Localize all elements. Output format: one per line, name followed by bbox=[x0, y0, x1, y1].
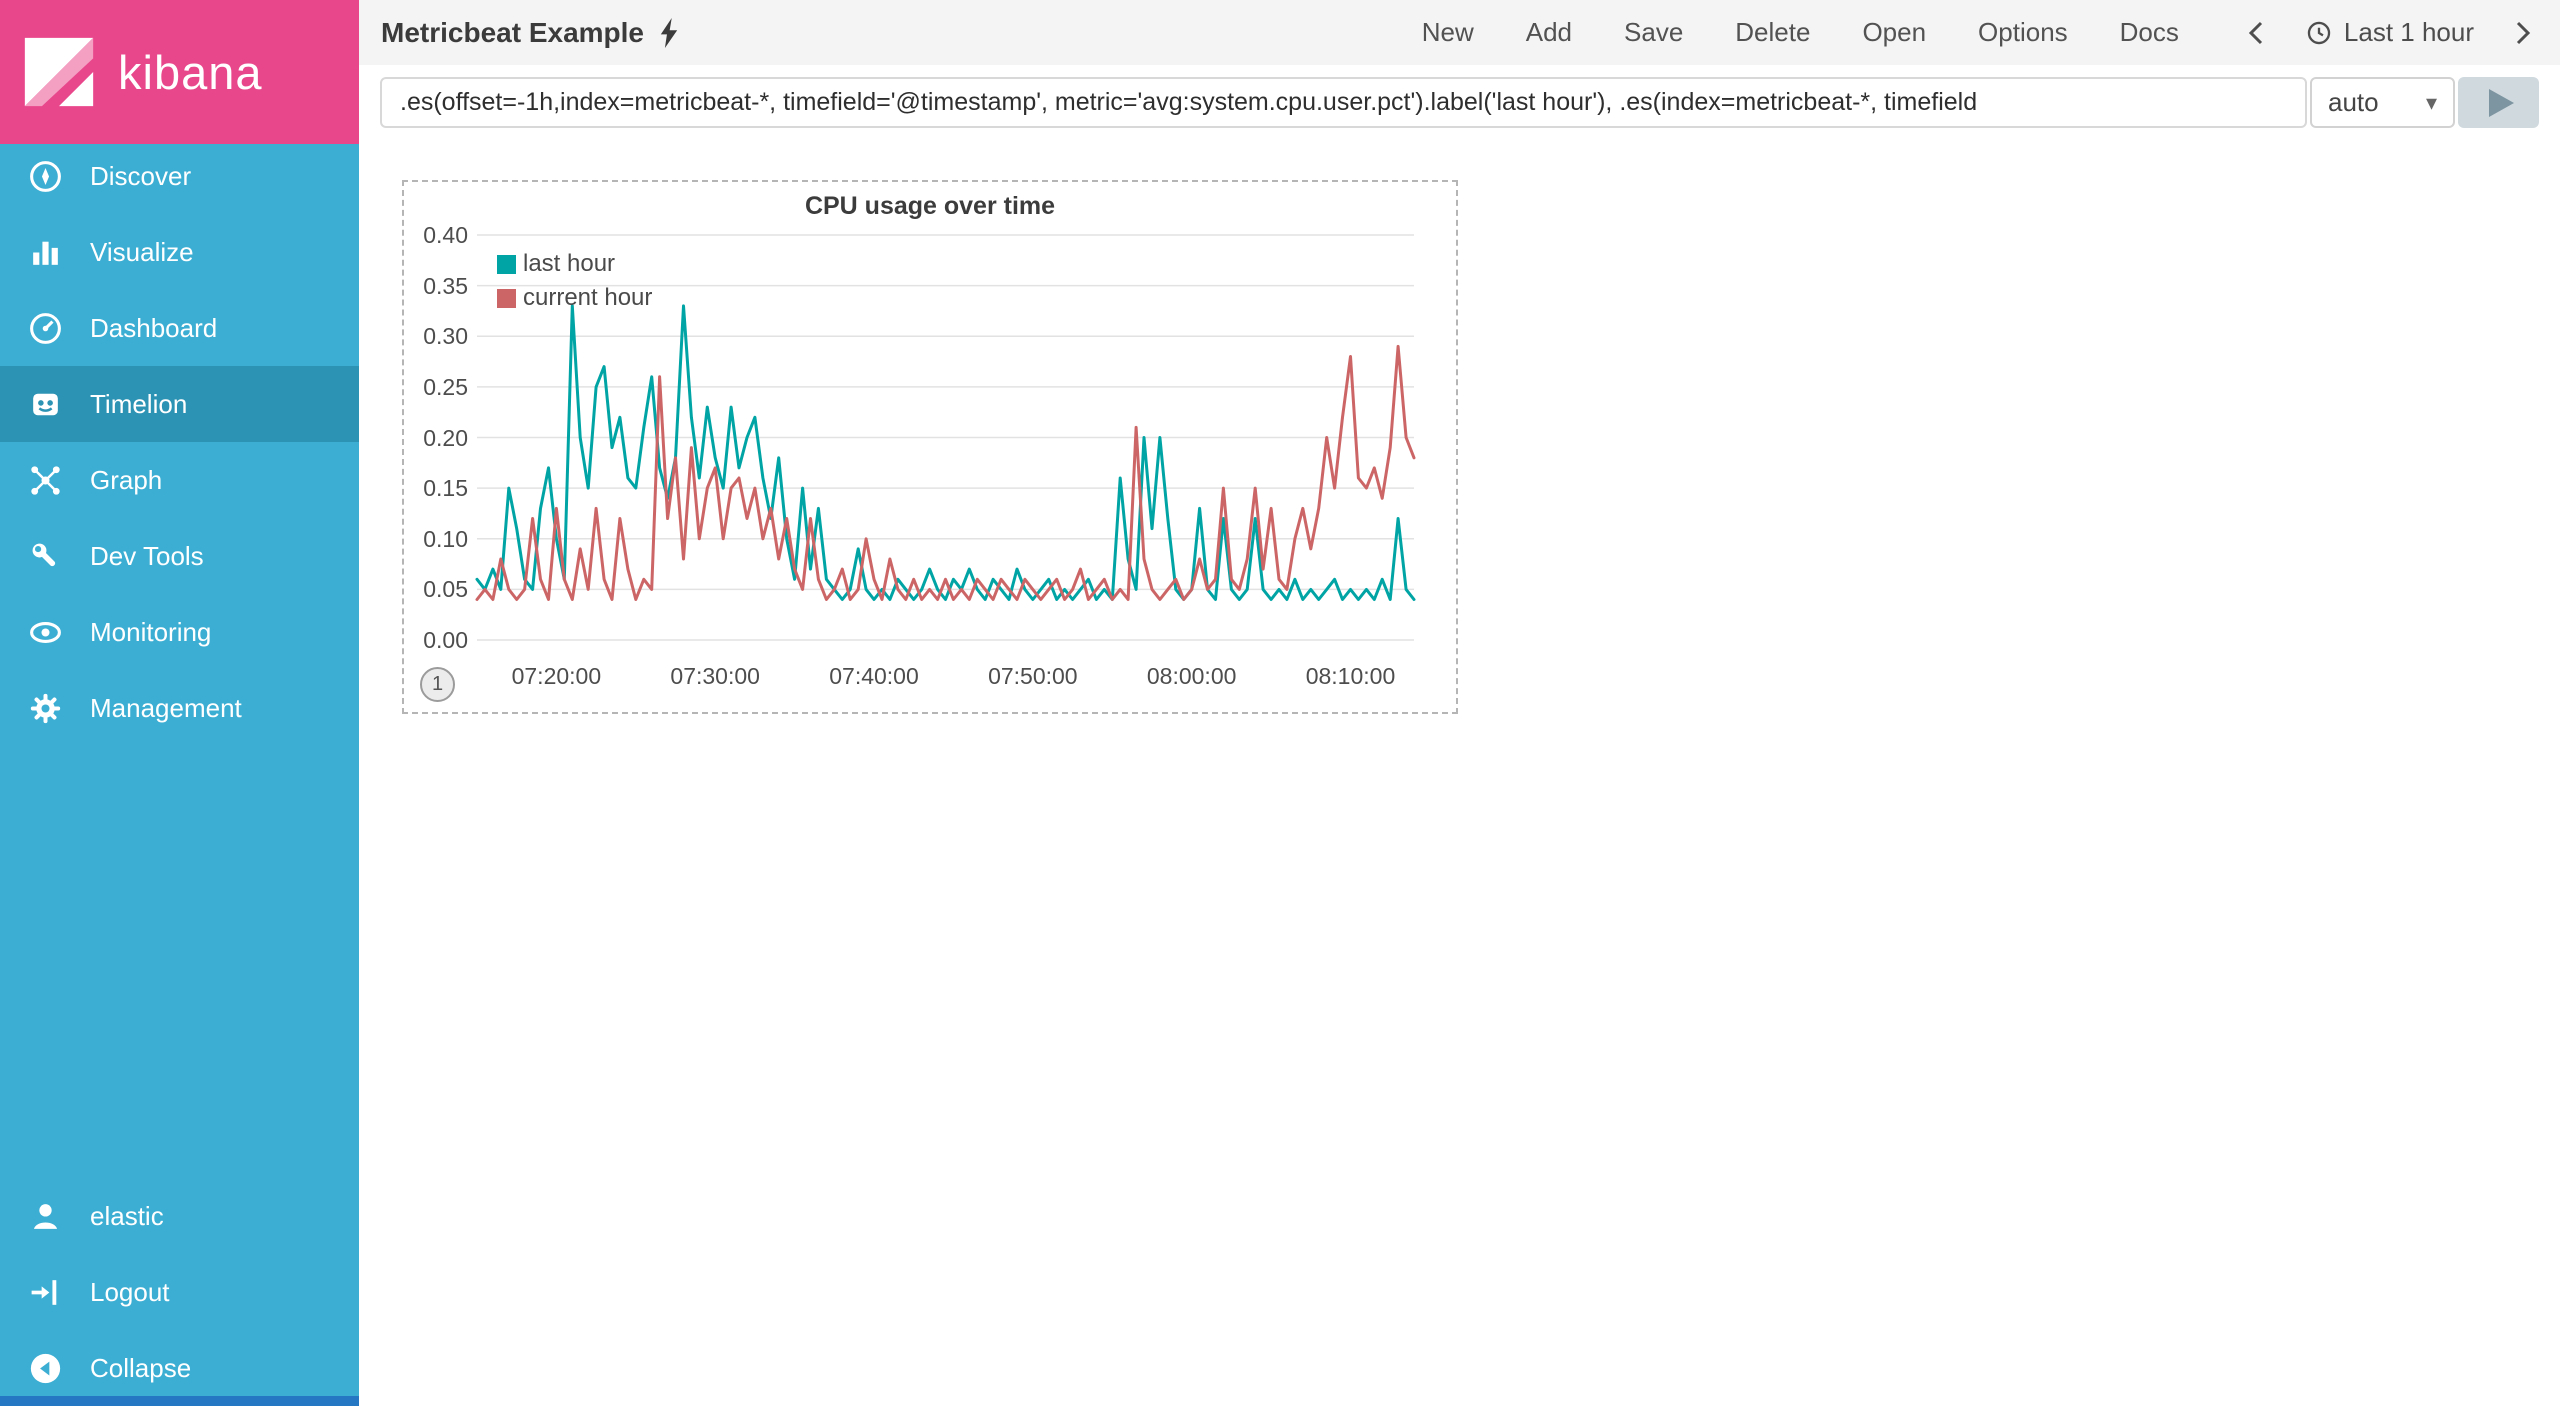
kibana-logo[interactable]: kibana bbox=[0, 0, 359, 144]
sidebar-item-management[interactable]: Management bbox=[0, 670, 359, 746]
sidebar-item-label: Dev Tools bbox=[90, 540, 204, 571]
kibana-app: kibana Discover Visualize Dashboard Time… bbox=[0, 0, 2560, 1406]
y-tick-label: 0.20 bbox=[423, 424, 468, 451]
sidebar-item-label: Management bbox=[90, 692, 242, 723]
timelion-chart-panel[interactable]: CPU usage over time last hour current hou… bbox=[402, 180, 1458, 714]
y-tick-label: 0.25 bbox=[423, 373, 468, 400]
y-tick-label: 0.15 bbox=[423, 475, 468, 502]
gear-icon bbox=[30, 693, 61, 723]
timelion-query-input[interactable] bbox=[380, 77, 2307, 128]
series-line-current-hour bbox=[475, 344, 1416, 601]
sidebar-item-user-elastic[interactable]: elastic bbox=[0, 1178, 359, 1254]
collapse-icon bbox=[30, 1353, 61, 1383]
chevron-left-icon bbox=[2248, 21, 2262, 44]
graph-icon bbox=[31, 465, 60, 495]
plot-area: last hour current hour bbox=[475, 234, 1416, 641]
sidebar-item-label: Discover bbox=[90, 160, 192, 191]
x-tick-label: 07:40:00 bbox=[829, 663, 919, 689]
legend-swatch bbox=[497, 288, 516, 308]
sidebar-item-collapse[interactable]: Collapse bbox=[0, 1330, 359, 1406]
sidebar-item-dashboard[interactable]: Dashboard bbox=[0, 290, 359, 366]
y-tick-label: 0.05 bbox=[423, 576, 468, 603]
sidebar: kibana Discover Visualize Dashboard Time… bbox=[0, 0, 359, 1406]
bar-chart-icon bbox=[33, 241, 58, 265]
x-tick-label: 07:20:00 bbox=[511, 663, 602, 689]
options-button[interactable]: Options bbox=[1978, 17, 2068, 48]
wrench-icon bbox=[32, 543, 56, 566]
chevron-right-icon bbox=[2516, 21, 2531, 44]
legend-item: current hour bbox=[497, 281, 652, 315]
x-tick-label: 08:00:00 bbox=[1146, 663, 1237, 689]
y-tick-label: 0.10 bbox=[423, 525, 468, 552]
sidebar-item-logout[interactable]: Logout bbox=[0, 1254, 359, 1330]
sidebar-item-dev-tools[interactable]: Dev Tools bbox=[0, 518, 359, 594]
time-range-label: Last 1 hour bbox=[2343, 17, 2474, 47]
sidebar-item-graph[interactable]: Graph bbox=[0, 442, 359, 518]
sheet-title-group: Metricbeat Example bbox=[381, 17, 681, 49]
panel-index-badge: 1 bbox=[420, 667, 455, 702]
time-picker-group: Last 1 hour bbox=[2245, 17, 2534, 48]
interval-select[interactable]: auto ▾ bbox=[2310, 77, 2455, 128]
sidebar-item-discover[interactable]: Discover bbox=[0, 138, 359, 214]
legend-label: current hour bbox=[523, 284, 653, 311]
legend-swatch bbox=[497, 254, 516, 274]
clock-icon bbox=[2307, 21, 2331, 44]
kibana-logo-text: kibana bbox=[118, 45, 263, 99]
delete-button[interactable]: Delete bbox=[1735, 17, 1810, 48]
run-query-button[interactable] bbox=[2458, 77, 2539, 128]
docs-button[interactable]: Docs bbox=[2120, 17, 2179, 48]
topbar-menu: New Add Save Delete Open Options Docs La… bbox=[1422, 17, 2534, 48]
chart-title: CPU usage over time bbox=[804, 192, 1056, 220]
sidebar-item-label: Graph bbox=[90, 464, 163, 495]
time-forward-button[interactable] bbox=[2512, 18, 2534, 48]
time-picker-button[interactable]: Last 1 hour bbox=[2305, 17, 2474, 48]
sidebar-item-label: Monitoring bbox=[90, 616, 212, 647]
add-button[interactable]: Add bbox=[1526, 17, 1572, 48]
eye-icon bbox=[30, 621, 61, 643]
x-tick-label: 07:30:00 bbox=[670, 663, 760, 689]
sidebar-item-label: Collapse bbox=[90, 1352, 192, 1383]
compass-icon bbox=[30, 160, 61, 192]
y-tick-label: 0.35 bbox=[423, 272, 468, 299]
sidebar-item-label: Timelion bbox=[90, 388, 188, 419]
legend-label: last hour bbox=[523, 250, 616, 277]
sidebar-item-label: Logout bbox=[90, 1276, 170, 1307]
open-button[interactable]: Open bbox=[1862, 17, 1926, 48]
legend-item: last hour bbox=[497, 247, 652, 281]
y-tick-label: 0.00 bbox=[423, 627, 468, 653]
logout-icon bbox=[31, 1279, 57, 1305]
caret-down-icon: ▾ bbox=[2425, 89, 2437, 115]
sidebar-item-label: Dashboard bbox=[90, 312, 218, 343]
sidebar-item-timelion[interactable]: Timelion bbox=[0, 366, 359, 442]
play-icon bbox=[2489, 88, 2514, 117]
y-tick-label: 0.30 bbox=[423, 323, 468, 350]
timelion-query-bar: auto ▾ bbox=[380, 77, 2539, 128]
sidebar-item-label: Visualize bbox=[90, 236, 194, 267]
x-tick-label: 07:50:00 bbox=[988, 663, 1078, 689]
time-back-button[interactable] bbox=[2245, 18, 2267, 48]
gauge-icon bbox=[30, 312, 61, 344]
x-tick-label: 08:10:00 bbox=[1305, 663, 1396, 689]
new-button[interactable]: New bbox=[1422, 17, 1474, 48]
user-icon bbox=[33, 1203, 58, 1229]
page-title: Metricbeat Example bbox=[381, 16, 644, 48]
sidebar-footer: elastic Logout Collapse bbox=[0, 1178, 359, 1406]
save-button[interactable]: Save bbox=[1624, 17, 1683, 48]
bolt-icon bbox=[660, 17, 678, 48]
sidebar-bottom-accent bbox=[0, 1396, 359, 1406]
sidebar-item-visualize[interactable]: Visualize bbox=[0, 214, 359, 290]
topbar: Metricbeat Example New Add Save Delete O… bbox=[359, 0, 2560, 65]
timelion-icon bbox=[33, 393, 58, 415]
chart-legend: last hour current hour bbox=[497, 247, 652, 315]
sidebar-nav: Discover Visualize Dashboard Timelion Gr… bbox=[0, 138, 359, 746]
sidebar-item-label: elastic bbox=[90, 1200, 164, 1231]
interval-value: auto bbox=[2328, 87, 2379, 117]
kibana-logo-icon bbox=[24, 37, 94, 107]
sidebar-item-monitoring[interactable]: Monitoring bbox=[0, 594, 359, 670]
y-tick-label: 0.40 bbox=[423, 222, 468, 248]
